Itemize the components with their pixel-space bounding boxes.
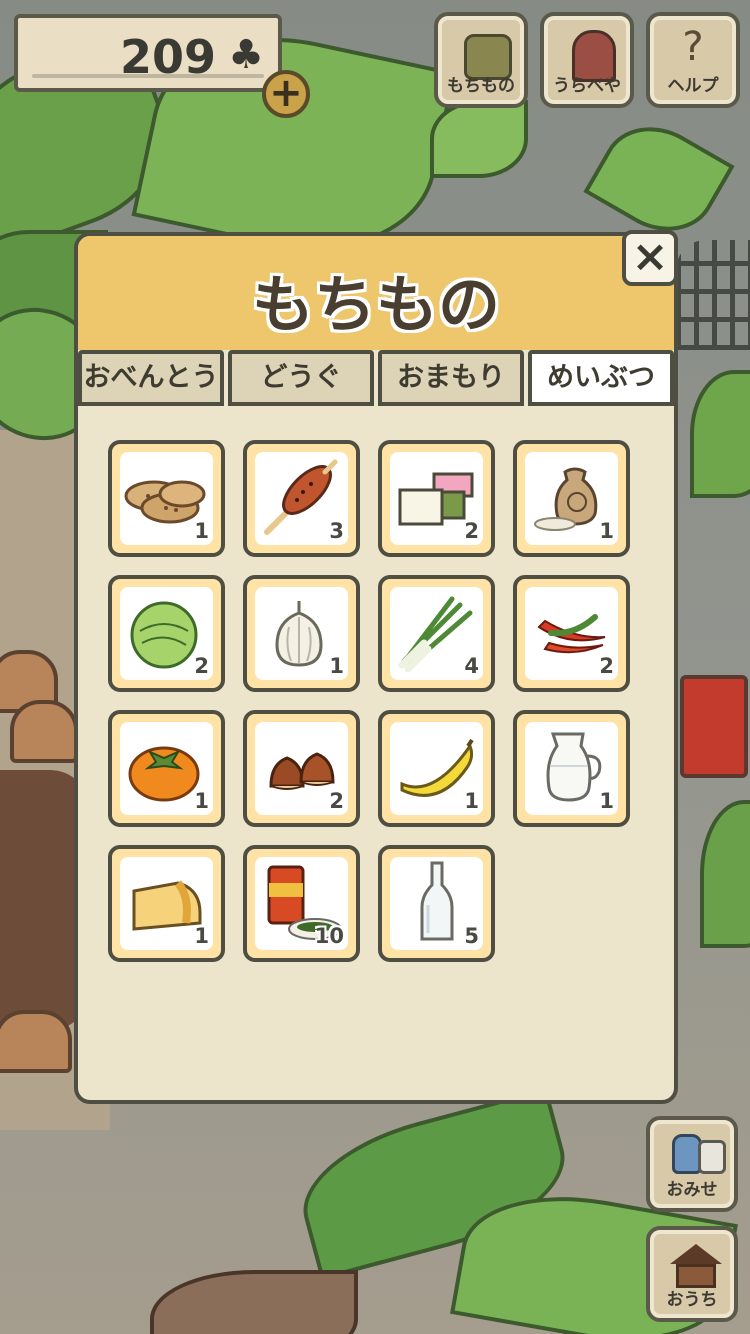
item-count: 1	[599, 519, 614, 543]
help-icon: ?	[682, 24, 704, 70]
item-slot[interactable]: 4	[378, 575, 495, 692]
home-button[interactable]: おうち	[646, 1226, 738, 1322]
shop-button[interactable]: おみせ	[646, 1116, 738, 1212]
item-count: 10	[314, 924, 344, 948]
panel-header: もちもの	[78, 236, 674, 350]
tab-bento[interactable]: おべんとう	[78, 350, 224, 406]
item-slot[interactable]: 1	[378, 710, 495, 827]
item-slot[interactable]: 5	[378, 845, 495, 962]
log-stump	[0, 1010, 72, 1073]
item-count: 1	[194, 519, 209, 543]
category-tabs: おべんとう どうぐ おまもり めいぶつ	[78, 350, 674, 406]
house-icon	[670, 1244, 722, 1264]
item-slot[interactable]: 2	[243, 710, 360, 827]
help-button-label: ヘルプ	[667, 76, 719, 96]
item-slot[interactable]: 1	[108, 440, 225, 557]
tab-specialties[interactable]: めいぶつ	[528, 350, 674, 406]
inventory-button-label: もちもの	[447, 76, 515, 96]
back-room-button-label: うらべや	[553, 76, 621, 96]
item-count: 1	[194, 789, 209, 813]
shop-button-label: おみせ	[666, 1180, 718, 1200]
shop-icon-bag	[698, 1140, 726, 1174]
item-slot[interactable]: 2	[378, 440, 495, 557]
counter-underline	[32, 74, 264, 78]
add-clovers-button[interactable]: +	[262, 70, 310, 118]
item-count: 1	[464, 789, 479, 813]
leaf-decoration	[430, 100, 528, 178]
item-count: 2	[464, 519, 479, 543]
item-slot[interactable]: 1	[513, 710, 630, 827]
tab-charms[interactable]: おまもり	[378, 350, 524, 406]
item-slot[interactable]: 1	[513, 440, 630, 557]
item-count: 5	[464, 924, 479, 948]
log-stump	[10, 700, 78, 763]
item-count: 1	[599, 789, 614, 813]
item-count: 1	[329, 654, 344, 678]
inventory-button[interactable]: もちもの	[434, 12, 528, 108]
item-grid: 1 3 2 1 2 1 4 2 1 2 1 1 1 10 5	[108, 440, 630, 962]
back-room-button[interactable]: うらべや	[540, 12, 634, 108]
item-slot[interactable]: 10	[243, 845, 360, 962]
iron-fence	[676, 240, 750, 350]
item-count: 3	[329, 519, 344, 543]
clover-icon: ♣	[228, 32, 264, 78]
close-button[interactable]: ×	[622, 230, 678, 286]
item-slot[interactable]: 1	[243, 575, 360, 692]
help-button[interactable]: ? ヘルプ	[646, 12, 740, 108]
item-count: 1	[194, 924, 209, 948]
inventory-panel: もちもの おべんとう どうぐ おまもり めいぶつ 1 3 2 1 2 1 4 2…	[74, 232, 678, 1104]
item-count: 2	[329, 789, 344, 813]
panel-title: もちもの	[251, 268, 500, 341]
mailbox	[680, 675, 748, 778]
item-slot[interactable]: 1	[108, 710, 225, 827]
item-slot[interactable]: 2	[513, 575, 630, 692]
item-count: 2	[194, 654, 209, 678]
home-button-label: おうち	[666, 1290, 718, 1310]
item-slot[interactable]: 2	[108, 575, 225, 692]
item-slot[interactable]: 1	[108, 845, 225, 962]
tab-tools[interactable]: どうぐ	[228, 350, 374, 406]
item-slot[interactable]: 3	[243, 440, 360, 557]
item-count: 2	[599, 654, 614, 678]
clover-counter: 209 ♣	[14, 14, 282, 92]
item-count: 4	[464, 654, 479, 678]
